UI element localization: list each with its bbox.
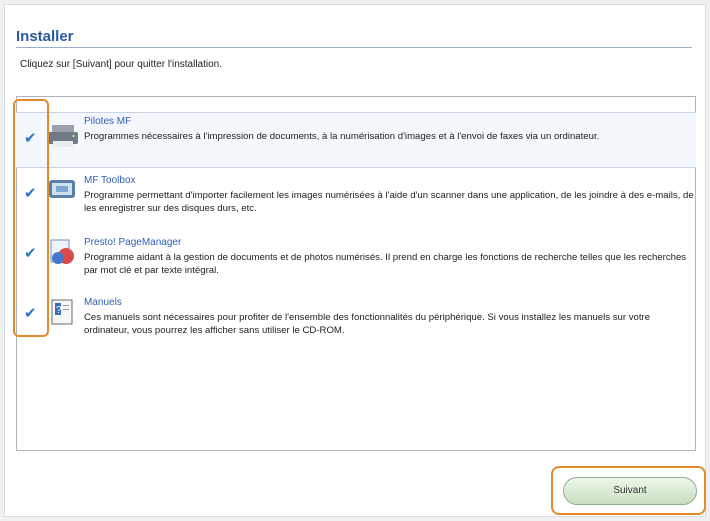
checkbox-highlight [13,99,49,337]
svg-text:?: ? [56,305,62,316]
printer-icon [48,125,78,147]
next-button[interactable]: Suivant [563,477,697,505]
manuals-icon: ? [51,299,73,325]
page-title: Installer [16,28,74,45]
toolbox-icon [49,180,75,198]
title-divider [16,47,692,48]
list-item-manuels[interactable]: ✔ ? Manuels Ces manuels sont nécessaires… [16,294,696,350]
item-title: MF Toolbox [84,175,136,186]
item-title: Manuels [84,297,122,308]
item-description: Programme permettant d'importer facileme… [84,190,694,214]
instruction-text: Cliquez sur [Suivant] pour quitter l'ins… [20,59,223,70]
item-title: Presto! PageManager [84,237,182,248]
item-description: Ces manuels sont nécessaires pour profit… [84,312,651,336]
item-description: Programmes nécessaires à l'impression de… [84,131,600,142]
item-description: Programme aidant à la gestion de documen… [84,252,687,276]
list-item-pilotes-mf[interactable]: ✔ Pilotes MF Programmes nécessaires à l'… [16,112,696,168]
list-item-presto-pagemanager[interactable]: ✔ Presto! PageManager Programme aidant à… [16,234,696,290]
item-title: Pilotes MF [84,116,132,127]
list-item-mf-toolbox[interactable]: ✔ MF Toolbox Programme permettant d'impo… [16,172,696,228]
pagemanager-icon [50,239,74,264]
